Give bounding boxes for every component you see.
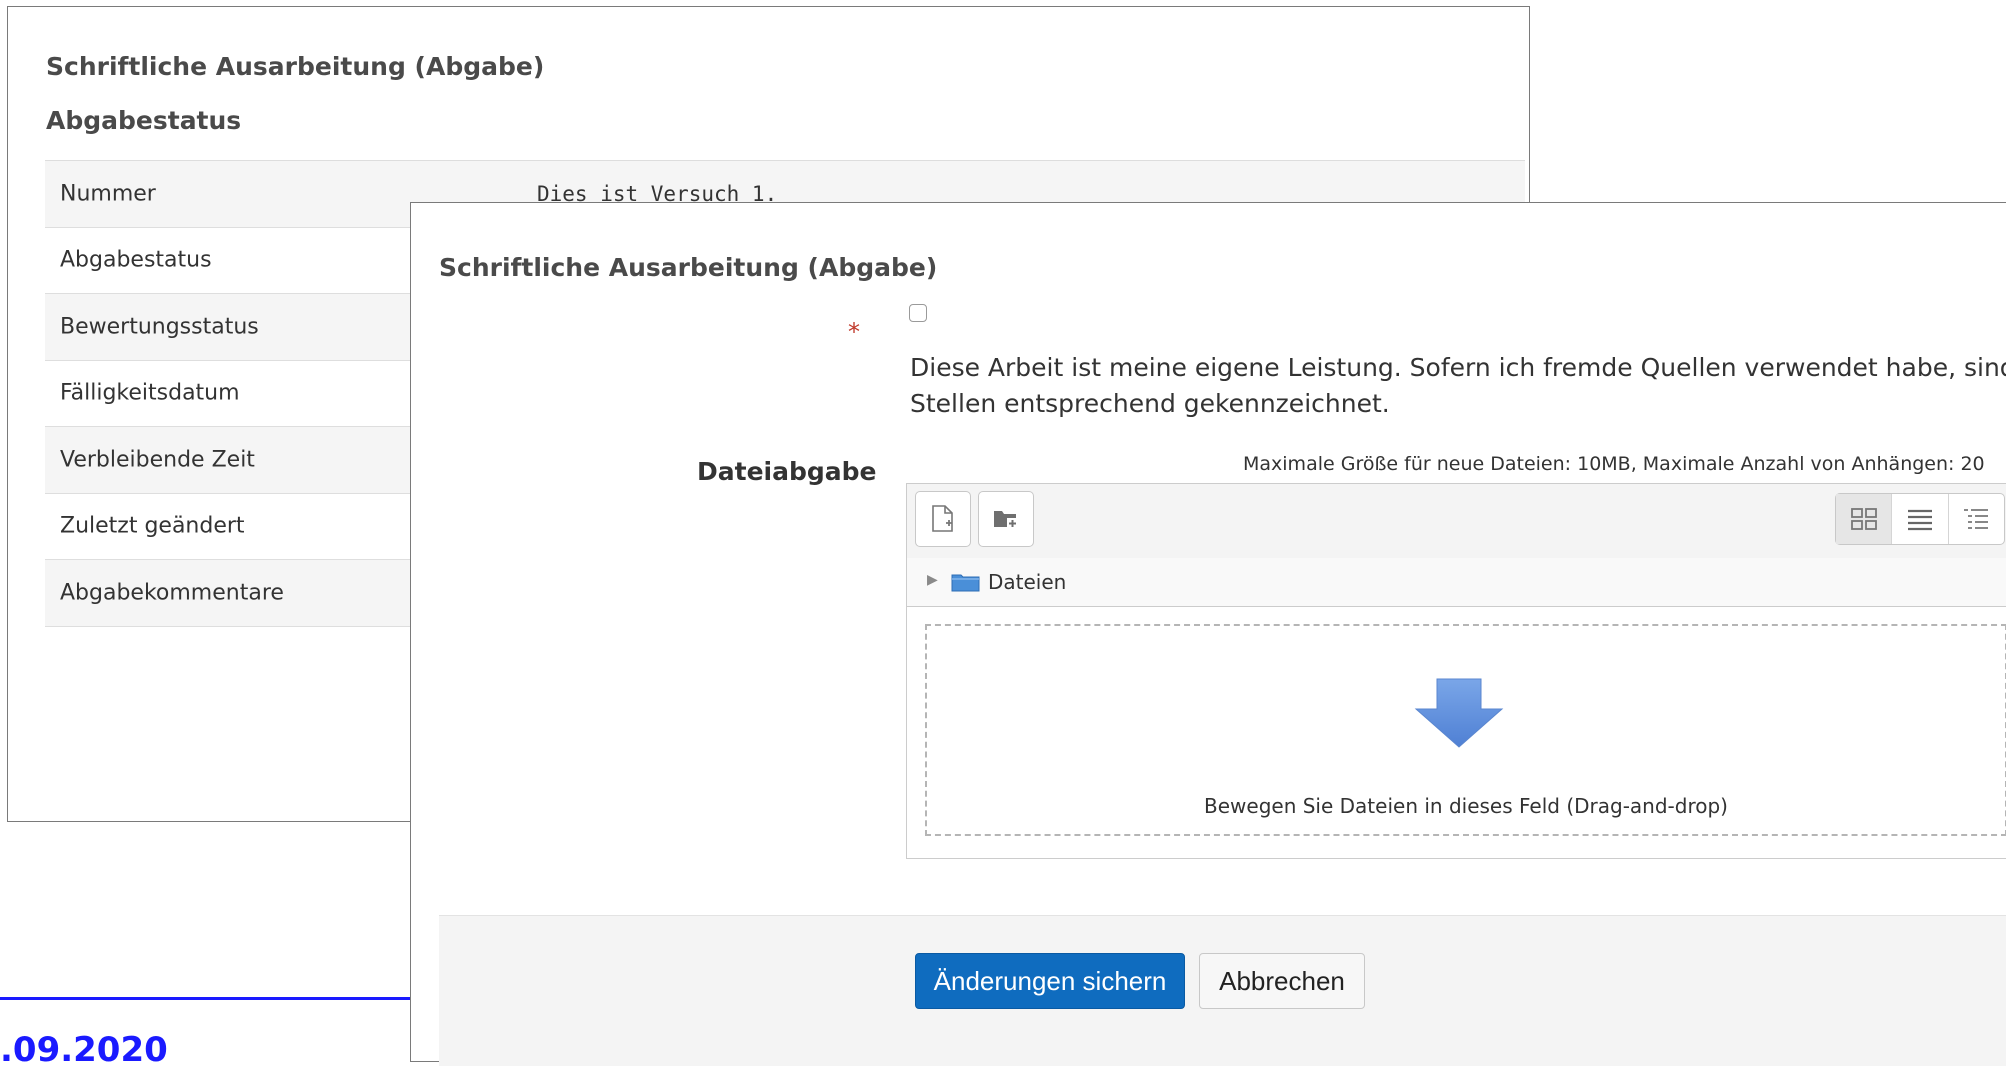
icon-view-icon — [1850, 508, 1877, 530]
list-view-button[interactable] — [1892, 494, 1949, 544]
required-marker: * — [848, 318, 860, 346]
add-file-icon — [932, 505, 953, 532]
path-label-dateien[interactable]: Dateien — [988, 570, 1066, 594]
file-limits-text: Maximale Größe für neue Dateien: 10MB, M… — [1243, 453, 1985, 475]
icon-view-button[interactable] — [1836, 494, 1893, 544]
expand-arrow-icon[interactable]: ▶ — [927, 572, 938, 588]
cancel-button[interactable]: Abbrechen — [1199, 953, 1365, 1009]
view-switcher — [1835, 493, 2005, 545]
status-heading: Abgabestatus — [46, 106, 242, 135]
submission-form-panel: Schriftliche Ausarbeitung (Abgabe) * Die… — [410, 202, 2006, 1066]
file-manager-toolbar — [907, 484, 2006, 559]
row-label: Nummer — [60, 181, 156, 207]
list-view-icon — [1907, 509, 1932, 531]
declaration-text: Diese Arbeit ist meine eigene Leistung. … — [910, 353, 2006, 418]
form-actions: Änderungen sichern Abbrechen — [439, 915, 2006, 1066]
form-title: Schriftliche Ausarbeitung (Abgabe) — [439, 253, 938, 282]
create-folder-button[interactable] — [978, 491, 1034, 547]
row-label: Zuletzt geändert — [60, 513, 245, 539]
save-changes-button[interactable]: Änderungen sichern — [915, 953, 1185, 1009]
assignment-title: Schriftliche Ausarbeitung (Abgabe) — [46, 52, 545, 81]
row-label: Abgabekommentare — [60, 580, 284, 606]
slide-date-fragment: .09.2020 — [0, 1030, 168, 1070]
add-file-button[interactable] — [915, 491, 971, 547]
tree-view-icon — [1964, 509, 1989, 529]
create-folder-icon — [994, 511, 1018, 529]
tree-view-button[interactable] — [1949, 494, 2004, 544]
row-label: Bewertungsstatus — [60, 314, 259, 340]
file-submission-label: Dateiabgabe — [697, 457, 877, 486]
row-label: Abgabestatus — [60, 247, 212, 273]
drop-instructions: Bewegen Sie Dateien in dieses Feld (Drag… — [1204, 794, 1728, 818]
folder-icon — [951, 574, 980, 592]
drag-and-drop-zone[interactable]: Bewegen Sie Dateien in dieses Feld (Drag… — [925, 624, 2006, 836]
slide-accent-line — [0, 997, 420, 1000]
drop-arrow-icon — [1414, 678, 1504, 748]
declaration-checkbox[interactable] — [909, 304, 927, 322]
file-manager: ▶ Dateien Bewegen Sie Dateien in dieses … — [906, 483, 2006, 859]
row-label: Verbleibende Zeit — [60, 447, 255, 473]
file-path-bar: ▶ Dateien — [907, 558, 2006, 607]
row-label: Fälligkeitsdatum — [60, 380, 240, 406]
